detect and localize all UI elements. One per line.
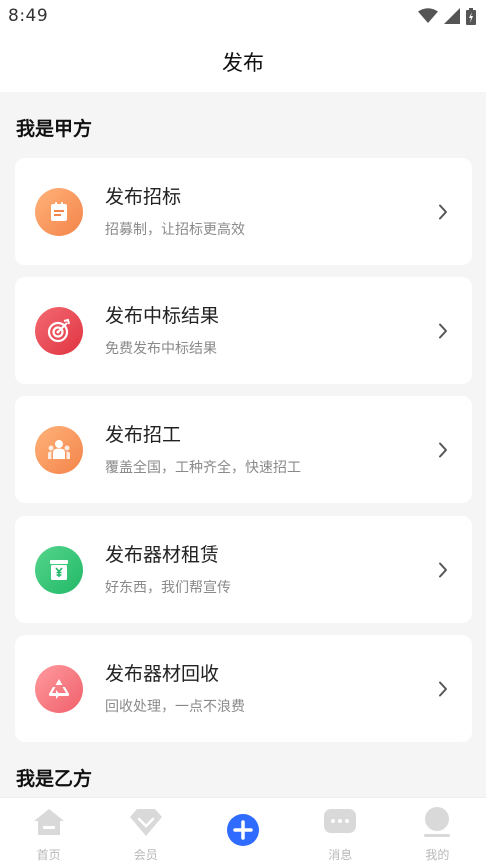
card-text: 发布招工 覆盖全国，工种齐全，快速招工 — [105, 423, 436, 477]
publish-content: 我是甲方 发布招标 招募制，让招标更高效 发布中标结果 免费发布中标结果 发布招… — [0, 92, 486, 797]
publish-winning-result-card[interactable]: 发布中标结果 免费发布中标结果 — [15, 277, 472, 384]
card-title: 发布招工 — [105, 423, 182, 446]
chevron-right-icon — [436, 680, 450, 698]
card-text: 发布中标结果 免费发布中标结果 — [105, 304, 436, 358]
nav-bar: 发布 — [0, 32, 486, 92]
chevron-right-icon — [436, 441, 450, 459]
message-icon — [323, 806, 357, 838]
tab-label: 会员 — [133, 848, 158, 862]
diamond-icon — [129, 806, 163, 838]
tab-home[interactable]: 首页 — [0, 798, 97, 863]
tab-label: 消息 — [328, 848, 353, 862]
bottom-tab-bar: 首页 会员 消息 我的 — [0, 797, 486, 865]
tab-member[interactable]: 会员 — [97, 798, 194, 863]
card-title: 发布器材租赁 — [105, 543, 220, 566]
tab-messages[interactable]: 消息 — [292, 798, 389, 863]
card-subtitle: 覆盖全国，工种齐全，快速招工 — [105, 459, 301, 476]
tab-label: 首页 — [36, 848, 61, 862]
chevron-right-icon — [436, 322, 450, 340]
battery-icon — [466, 7, 476, 25]
publish-recruit-card[interactable]: 发布招工 覆盖全国，工种齐全，快速招工 — [15, 396, 472, 503]
cellular-icon — [444, 8, 460, 24]
target-icon — [35, 306, 83, 355]
tab-publish[interactable] — [194, 798, 291, 862]
publish-equipment-recycle-card[interactable]: 发布器材回收 回收处理，一点不浪费 — [15, 635, 472, 742]
chevron-right-icon — [436, 203, 450, 221]
plus-icon — [226, 806, 260, 854]
status-bar: 8:49 — [0, 0, 486, 32]
card-text: 发布器材租赁 好东西，我们帮宣传 — [105, 543, 436, 597]
tab-label: 我的 — [425, 848, 450, 862]
home-icon — [33, 806, 65, 838]
clipboard-icon — [35, 187, 83, 236]
yen-box-icon — [35, 545, 83, 594]
user-icon — [422, 806, 452, 838]
card-subtitle: 招募制，让招标更高效 — [105, 221, 245, 238]
wifi-icon — [418, 8, 438, 23]
card-title: 发布招标 — [105, 185, 182, 208]
chevron-right-icon — [436, 561, 450, 579]
card-subtitle: 回收处理，一点不浪费 — [105, 698, 245, 715]
card-title: 发布器材回收 — [105, 662, 220, 685]
card-subtitle: 好东西，我们帮宣传 — [105, 579, 231, 596]
recycle-icon — [35, 664, 83, 713]
section-title-party-a: 我是甲方 — [16, 118, 93, 140]
card-text: 发布器材回收 回收处理，一点不浪费 — [105, 662, 436, 716]
card-title: 发布中标结果 — [105, 304, 220, 327]
workers-icon — [35, 425, 83, 474]
publish-equipment-rental-card[interactable]: 发布器材租赁 好东西，我们帮宣传 — [15, 516, 472, 623]
card-text: 发布招标 招募制，让招标更高效 — [105, 185, 436, 239]
status-time: 8:49 — [8, 6, 49, 26]
publish-tender-card[interactable]: 发布招标 招募制，让招标更高效 — [15, 158, 472, 265]
tab-profile[interactable]: 我的 — [389, 798, 486, 863]
section-title-party-b: 我是乙方 — [16, 768, 93, 790]
status-icons — [418, 7, 476, 25]
card-subtitle: 免费发布中标结果 — [105, 340, 217, 357]
page-title: 发布 — [222, 51, 264, 75]
